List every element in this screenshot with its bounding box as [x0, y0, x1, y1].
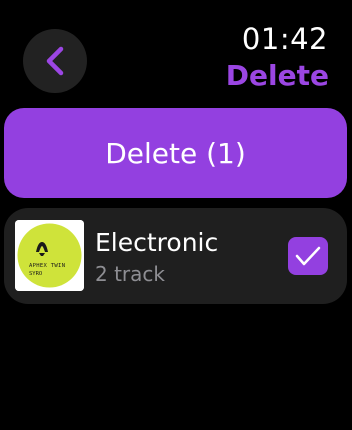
chevron-left-icon — [46, 46, 64, 76]
item-checkbox[interactable] — [288, 237, 328, 275]
item-title: Electronic — [95, 228, 219, 257]
album-artwork: APHEX TWIN SYRO — [15, 220, 84, 291]
watch-screen: 01:42 Delete Delete (1) APHEX TWIN SYRO … — [0, 0, 352, 430]
artwork-artist-text: APHEX TWIN — [29, 263, 65, 269]
back-button[interactable] — [23, 29, 87, 93]
screen-title: Delete — [225, 59, 329, 92]
artwork-album-text: SYRO — [29, 271, 42, 277]
list-item[interactable]: APHEX TWIN SYRO Electronic 2 track — [4, 208, 347, 304]
clock-time: 01:42 — [241, 22, 328, 56]
checkmark-icon — [295, 246, 321, 266]
delete-button[interactable]: Delete (1) — [4, 108, 347, 198]
item-subtitle: 2 track — [95, 262, 165, 286]
